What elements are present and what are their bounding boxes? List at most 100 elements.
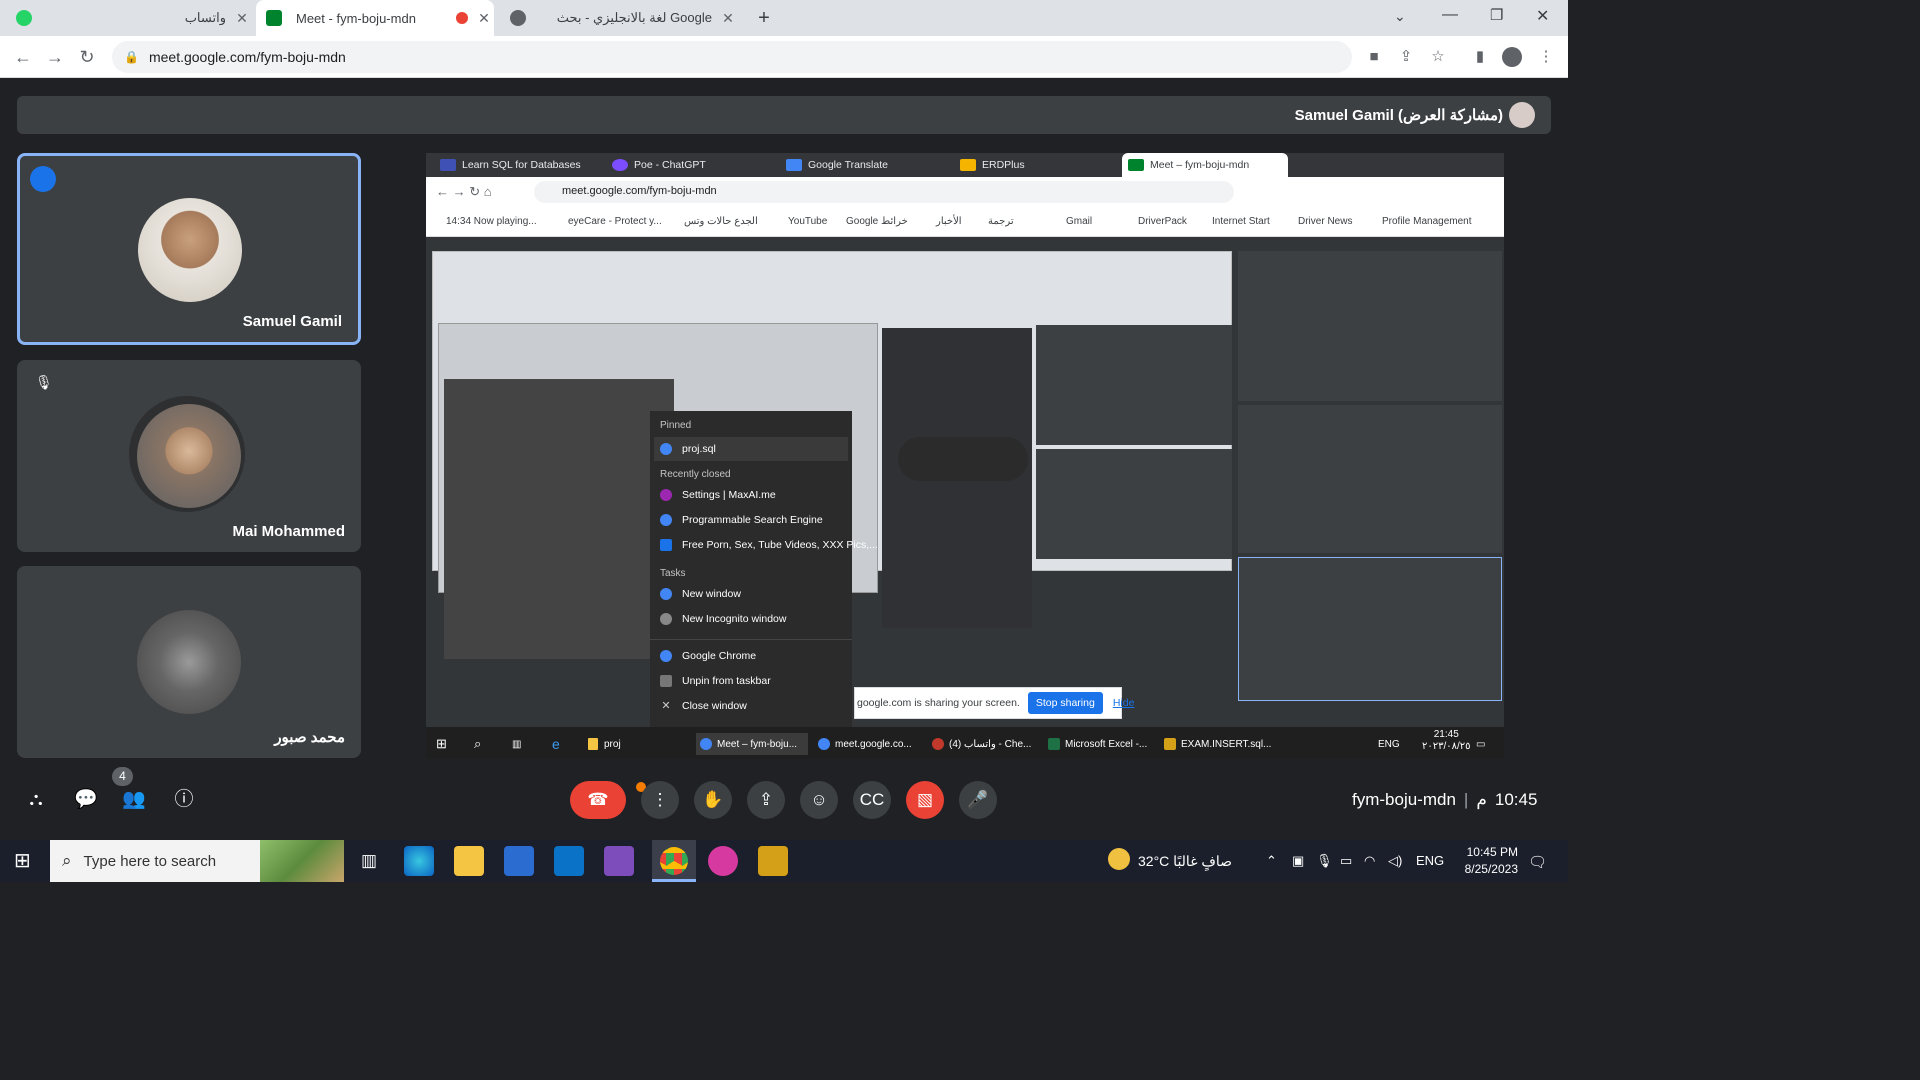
- profile-avatar[interactable]: [1502, 47, 1522, 67]
- taskbar-item: EXAM.INSERT.sql...: [1164, 733, 1271, 755]
- forward-button[interactable]: →: [42, 44, 68, 70]
- language-indicator[interactable]: ENG: [1416, 853, 1444, 868]
- tab-google-search[interactable]: لغة بالانجليزي - بحث Google ✕: [500, 0, 738, 36]
- weather-text: 32°C صافٍ غالبًا: [1138, 853, 1233, 869]
- bookmark: Driver News: [1298, 216, 1353, 227]
- emoji-reaction-button[interactable]: ☺: [800, 781, 838, 819]
- windows-start-icon: ⊞: [436, 736, 447, 751]
- url-text: meet.google.com/fym-boju-mdn: [148, 49, 346, 65]
- battery-icon[interactable]: ▭: [1340, 853, 1352, 869]
- new-tab-button[interactable]: +: [752, 6, 776, 30]
- microsoft-store-icon[interactable]: [504, 846, 534, 876]
- bookmark: Gmail: [1066, 216, 1093, 227]
- clock[interactable]: 10:45 PM 8/25/2023: [1448, 844, 1518, 878]
- notification-icon: ▭: [1476, 738, 1486, 750]
- sql-icon: [440, 159, 456, 171]
- tab-meet[interactable]: Meet - fym-boju-mdn ✕: [256, 0, 494, 36]
- close-tab-icon[interactable]: ✕: [474, 10, 494, 27]
- nested-tile: [1238, 251, 1502, 401]
- jump-item-label: Unpin from taskbar: [682, 675, 771, 687]
- shared-address-bar: ← → ↻ ⌂ meet.google.com/fym-boju-mdn: [426, 177, 1504, 207]
- shared-url: meet.google.com/fym-boju-mdn: [534, 181, 1234, 203]
- shared-tab-title: Meet – fym-boju-mdn: [1150, 159, 1250, 171]
- search-icon: ⌕: [62, 851, 72, 870]
- tab-whatsapp[interactable]: واتساب ✕: [16, 0, 252, 36]
- share-icon[interactable]: ⇪: [1396, 47, 1416, 67]
- x-icon: [660, 539, 672, 551]
- weather-icon[interactable]: [1108, 848, 1130, 870]
- jump-header-recent: Recently closed: [660, 469, 731, 480]
- info-icon[interactable]: ⓘ: [172, 788, 196, 812]
- edge-icon: e: [552, 736, 560, 752]
- leave-call-button[interactable]: ☎: [570, 781, 626, 819]
- divider: [650, 639, 852, 640]
- menu-icon[interactable]: ⋮: [1536, 47, 1556, 67]
- taskbar-item: meet.google.co...: [818, 733, 912, 755]
- microphone-button[interactable]: 🎤: [959, 781, 997, 819]
- jump-header-pinned: Pinned: [660, 420, 692, 431]
- address-toolbar: ← → ↻ 🔒 meet.google.com/fym-boju-mdn ■ ⇪…: [0, 36, 1568, 78]
- windows-start-icon[interactable]: ⊞: [14, 850, 36, 872]
- presenter-avatar: [1509, 102, 1535, 128]
- jump-header-tasks: Tasks: [660, 568, 686, 579]
- app-icon[interactable]: [708, 846, 738, 876]
- jump-item-action: Google Chrome: [660, 650, 756, 662]
- restore-button[interactable]: ❐: [1490, 6, 1503, 24]
- side-panel-icon[interactable]: ▮: [1470, 47, 1490, 67]
- taskbar-item: (4) واتساب - Che...: [932, 733, 1031, 755]
- volume-icon[interactable]: ◁): [1388, 853, 1402, 869]
- chat-icon[interactable]: 💬: [74, 788, 98, 812]
- sql-file-icon[interactable]: [758, 846, 788, 876]
- back-button[interactable]: ←: [10, 44, 36, 70]
- captions-button[interactable]: CC: [853, 781, 891, 819]
- people-icon[interactable]: 👥: [122, 788, 146, 812]
- close-tab-icon[interactable]: ✕: [232, 10, 252, 27]
- activities-icon[interactable]: ⛬: [24, 788, 48, 812]
- bookmark: Profile Management: [1382, 216, 1472, 227]
- shared-tab-title: Learn SQL for Databases: [462, 159, 581, 171]
- participant-tile-mohamed[interactable]: محمد صبور: [17, 566, 361, 758]
- camera-in-use-icon[interactable]: ■: [1364, 47, 1384, 67]
- mail-icon[interactable]: [554, 846, 584, 876]
- reload-button[interactable]: ↻: [74, 44, 100, 70]
- taskbar-search[interactable]: ⌕ Type here to search: [50, 840, 344, 882]
- close-window-button[interactable]: ✕: [1536, 6, 1549, 26]
- raise-hand-button[interactable]: ✋: [694, 781, 732, 819]
- shared-tab-active: Meet – fym-boju-mdn: [1122, 153, 1288, 177]
- chrome-taskbar-button[interactable]: [652, 840, 696, 882]
- tray-lang: ENG: [1378, 738, 1400, 750]
- chrome-jump-list: Pinned proj.sql Recently closed Settings…: [650, 411, 878, 729]
- shared-screen: Learn SQL for Databases Poe - ChatGPT Go…: [426, 153, 1504, 759]
- close-icon: ✕: [661, 700, 671, 712]
- globe-icon: [510, 10, 526, 26]
- chrome-icon: [660, 847, 688, 875]
- tab-search-icon[interactable]: ⌄: [1394, 8, 1406, 25]
- participant-tile-mai[interactable]: 🎙 Mai Mohammed: [17, 360, 361, 552]
- bookmark-star-icon[interactable]: ☆: [1428, 47, 1448, 67]
- notifications-icon[interactable]: 🗨: [1528, 853, 1547, 871]
- search-placeholder: Type here to search: [83, 852, 217, 870]
- translate-icon: [786, 159, 802, 171]
- bookmark: eyeCare - Protect y...: [568, 216, 662, 227]
- participant-tile-samuel[interactable]: Samuel Gamil: [17, 153, 361, 345]
- wifi-icon[interactable]: ◠: [1364, 853, 1375, 869]
- more-options-button[interactable]: ⋮: [641, 781, 679, 819]
- microphone-tray-icon[interactable]: 🎙: [1316, 853, 1333, 869]
- minimize-button[interactable]: —: [1442, 6, 1458, 24]
- jump-item-pinned: proj.sql: [654, 437, 848, 461]
- file-explorer-icon[interactable]: [454, 846, 484, 876]
- present-now-button[interactable]: ⇪: [747, 781, 785, 819]
- omnibox[interactable]: 🔒 meet.google.com/fym-boju-mdn: [112, 41, 1352, 73]
- edge-icon[interactable]: [404, 846, 434, 876]
- jump-item-label: Settings | MaxAI.me: [682, 489, 776, 501]
- visual-studio-icon[interactable]: [604, 846, 634, 876]
- meet-tray-icon[interactable]: ▣: [1292, 853, 1304, 869]
- close-tab-icon[interactable]: ✕: [718, 10, 738, 27]
- taskbar-item: proj: [588, 733, 621, 755]
- participant-name: محمد صبور: [274, 729, 345, 746]
- camera-off-button[interactable]: ▧: [906, 781, 944, 819]
- shared-tab: Learn SQL for Databases: [434, 153, 600, 177]
- browser-tab-strip: واتساب ✕ Meet - fym-boju-mdn ✕ لغة بالان…: [0, 0, 1568, 36]
- show-hidden-icons[interactable]: ⌃: [1266, 853, 1277, 869]
- task-view-icon[interactable]: ▥: [354, 846, 384, 876]
